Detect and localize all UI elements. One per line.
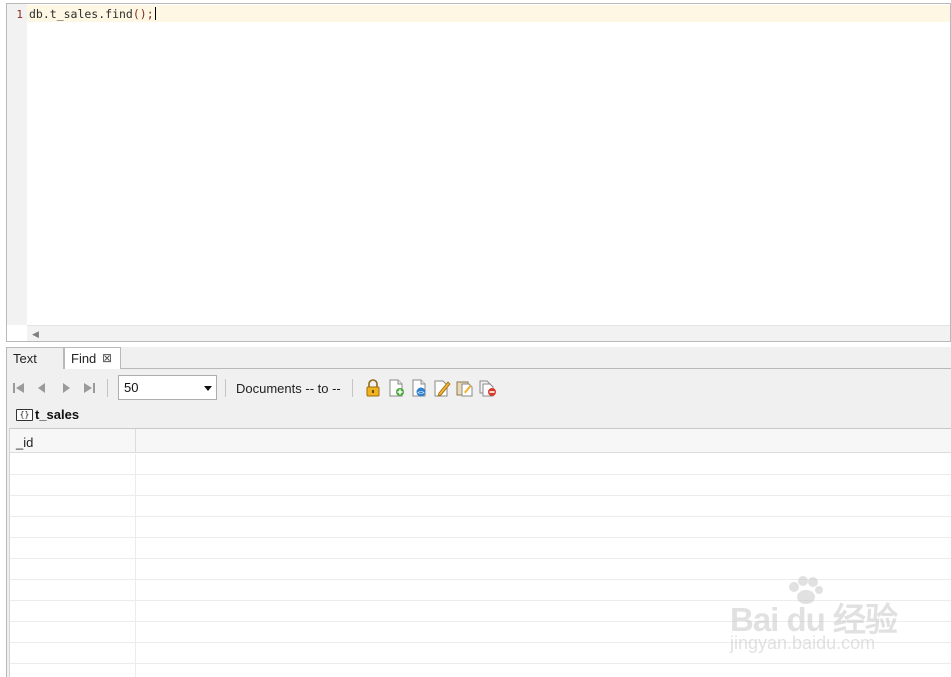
tab-text[interactable]: Text [6, 347, 64, 369]
result-tab-bar: Text Find ⊠ [6, 347, 951, 370]
line-number: 1 [16, 8, 23, 21]
query-editor[interactable]: 1 db.t_sales.find(); ◀ [6, 3, 951, 342]
results-toolbar: 50 Documents -- to -- <> [7, 369, 951, 407]
table-cell-id [10, 454, 136, 475]
table-row [10, 664, 951, 677]
next-page-icon[interactable] [58, 380, 74, 396]
collection-name: t_sales [35, 407, 80, 422]
table-row [10, 643, 951, 664]
view-document-icon[interactable]: <> [410, 379, 428, 397]
table-cell-id [10, 643, 136, 664]
code-line[interactable]: db.t_sales.find(); [29, 7, 156, 21]
line-number-gutter: 1 [7, 4, 27, 325]
tab-find[interactable]: Find ⊠ [64, 347, 121, 370]
column-header-id[interactable]: _id [10, 429, 136, 453]
table-cell-id [10, 580, 136, 601]
last-page-icon[interactable] [81, 380, 97, 396]
code-text: db.t_sales.find [29, 7, 133, 21]
close-tab-icon[interactable]: ⊠ [102, 348, 112, 369]
active-line-highlight [27, 5, 950, 22]
results-panel: 50 Documents -- to -- <> {} t_sales _id [6, 369, 951, 677]
table-cell-id [10, 538, 136, 559]
page-size-select[interactable]: 50 [118, 375, 217, 400]
result-grid[interactable]: _id [9, 428, 951, 677]
table-row [10, 496, 951, 517]
edit-document-icon[interactable] [433, 379, 451, 397]
tab-find-label: Find [71, 351, 97, 366]
table-cell-id [10, 559, 136, 580]
collection-icon: {} [16, 409, 33, 421]
prev-page-icon[interactable] [34, 380, 50, 396]
documents-range-label: Documents -- to -- [236, 381, 341, 396]
svg-text:<>: <> [417, 390, 425, 397]
table-cell-id [10, 475, 136, 496]
chevron-down-icon [204, 386, 212, 391]
code-parens: (); [132, 7, 154, 21]
grid-header: _id [10, 429, 951, 453]
table-row [10, 454, 951, 475]
delete-document-icon[interactable] [479, 379, 497, 397]
scroll-left-icon[interactable]: ◀ [32, 329, 39, 340]
table-row [10, 601, 951, 622]
tab-text-label: Text [13, 351, 37, 366]
table-cell-id [10, 664, 136, 677]
lock-icon[interactable] [364, 379, 382, 397]
table-row [10, 622, 951, 643]
table-cell-id [10, 496, 136, 517]
table-cell-id [10, 601, 136, 622]
text-caret [154, 7, 156, 20]
toolbar-separator [352, 379, 353, 397]
add-document-icon[interactable] [387, 379, 405, 397]
toolbar-separator [225, 379, 226, 397]
horizontal-scrollbar[interactable]: ◀ [27, 325, 950, 341]
paste-document-icon[interactable] [456, 379, 474, 397]
table-row [10, 475, 951, 496]
table-row [10, 559, 951, 580]
page-size-value: 50 [124, 380, 139, 395]
table-row [10, 538, 951, 559]
table-row [10, 580, 951, 601]
toolbar-separator [107, 379, 108, 397]
first-page-icon[interactable] [11, 380, 27, 396]
table-cell-id [10, 622, 136, 643]
table-row [10, 517, 951, 538]
table-cell-id [10, 517, 136, 538]
